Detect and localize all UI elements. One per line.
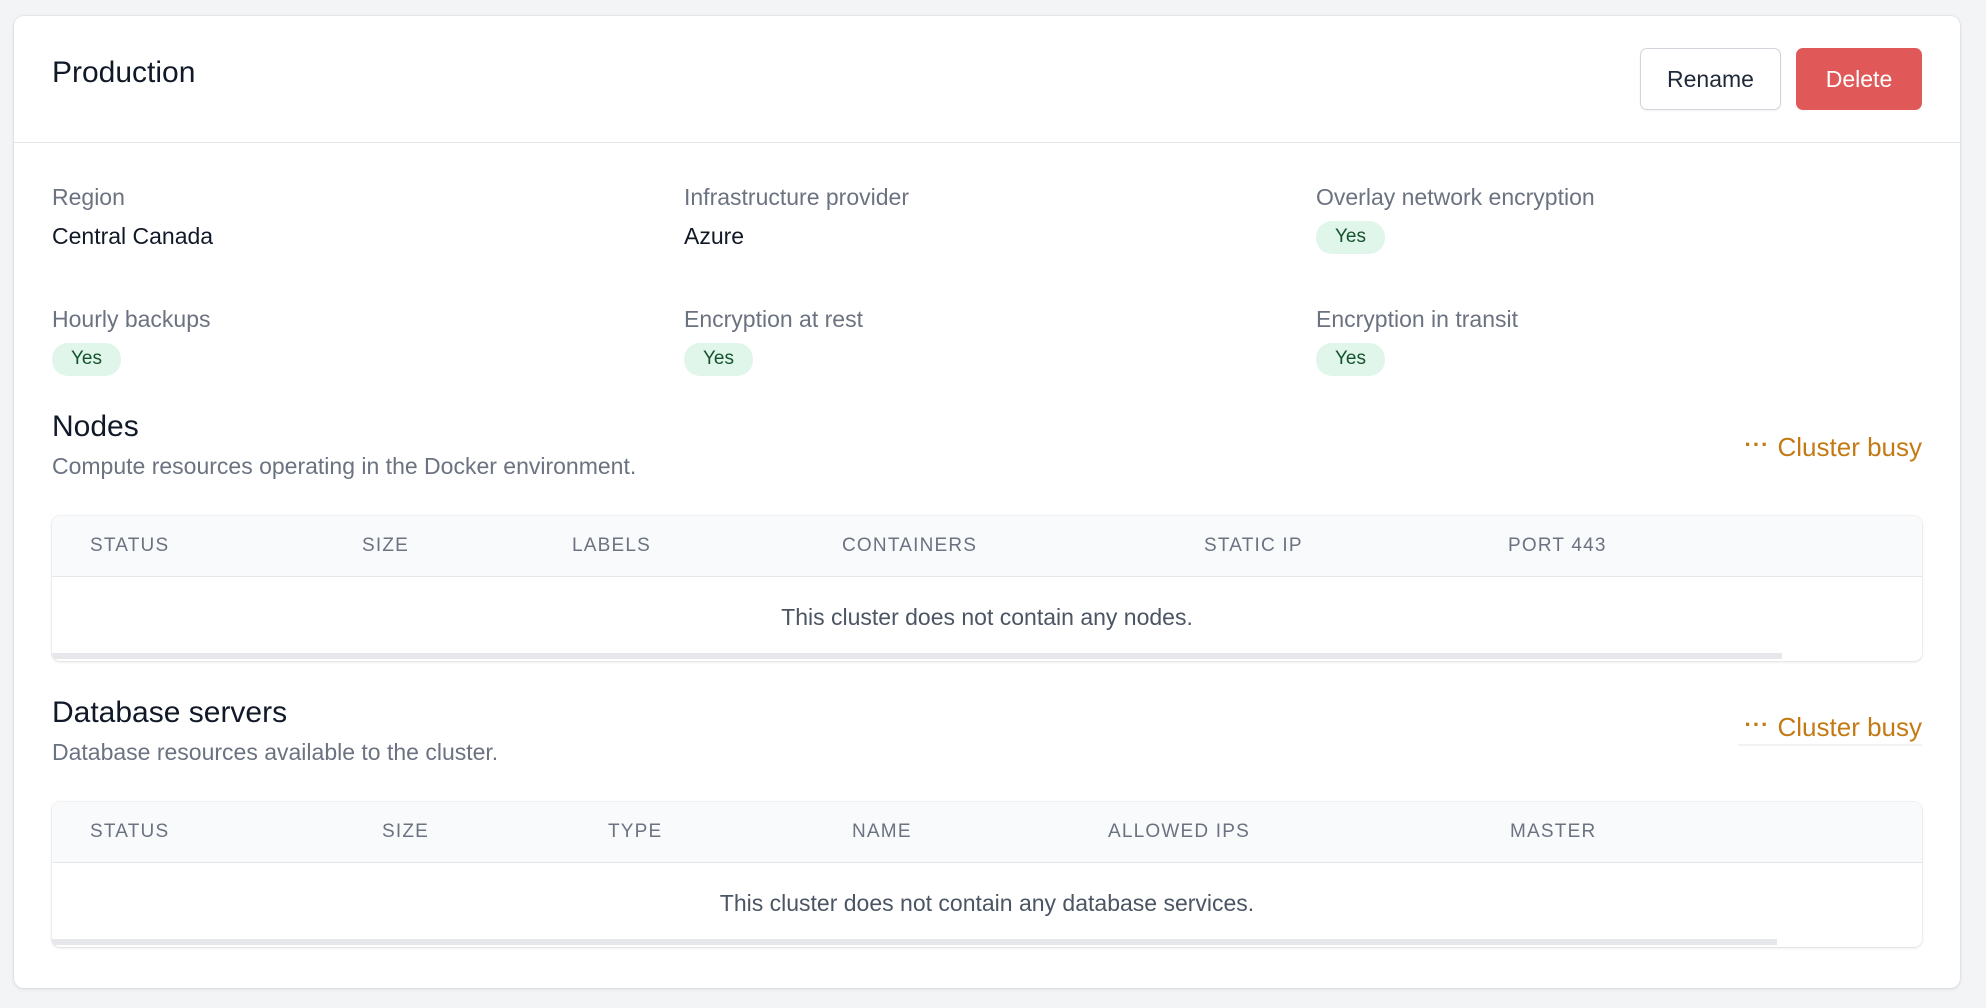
column-header: Size (382, 821, 430, 842)
field-overlay-encryption: Overlay network encryption Yes (1316, 184, 1595, 254)
column-header: Labels (572, 535, 652, 556)
column-header: Master (1510, 821, 1597, 842)
databases-busy-indicator: ··· Cluster busy (1745, 712, 1922, 743)
field-value: Central Canada (52, 223, 214, 249)
databases-table: Status Size Type Name Allowed IPs Master… (52, 802, 1922, 947)
status-badge: Yes (1316, 221, 1385, 254)
empty-state: This cluster does not contain any nodes. (781, 604, 1193, 630)
card-header: Production Rename Delete (14, 16, 1960, 143)
column-header: Allowed IPs (1108, 821, 1251, 842)
column-header: Name (852, 821, 912, 842)
delete-button[interactable]: Delete (1796, 48, 1922, 110)
field-hourly-backups: Hourly backups Yes (52, 306, 211, 376)
field-label: Encryption at rest (684, 306, 863, 332)
horizontal-scrollbar[interactable] (52, 939, 1777, 945)
rename-button[interactable]: Rename (1640, 48, 1781, 110)
cluster-card: Production Rename Delete Region Central … (14, 16, 1960, 988)
status-badge: Yes (1316, 343, 1385, 376)
status-badge: Yes (52, 343, 121, 376)
nodes-busy-indicator: ··· Cluster busy (1745, 432, 1922, 463)
column-header: Status (90, 821, 170, 842)
column-header: Size (362, 535, 410, 556)
column-header: Static IP (1204, 535, 1303, 556)
field-label: Infrastructure provider (684, 184, 909, 210)
status-badge: Yes (684, 343, 753, 376)
column-header: Containers (842, 535, 978, 556)
ellipsis-icon: ··· (1744, 431, 1770, 457)
field-encryption-at-rest: Encryption at rest Yes (684, 306, 863, 376)
field-label: Hourly backups (52, 306, 211, 332)
field-region: Region Central Canada (52, 184, 213, 250)
table-body: This cluster does not contain any databa… (52, 863, 1922, 945)
field-label: Encryption in transit (1316, 306, 1518, 332)
table-header: Status Size Labels Containers Static IP … (52, 516, 1922, 577)
nodes-title: Nodes (52, 410, 139, 443)
field-provider: Infrastructure provider Azure (684, 184, 909, 250)
field-encryption-in-transit: Encryption in transit Yes (1316, 306, 1518, 376)
column-header: Status (90, 535, 170, 556)
column-header: Port 443 (1508, 535, 1607, 556)
page-title: Production (52, 56, 196, 89)
nodes-description: Compute resources operating in the Docke… (52, 453, 637, 479)
field-value: Azure (684, 223, 745, 249)
table-body: This cluster does not contain any nodes. (52, 577, 1922, 659)
busy-label: Cluster busy (1777, 712, 1923, 742)
busy-label: Cluster busy (1777, 432, 1923, 462)
nodes-table: Status Size Labels Containers Static IP … (52, 516, 1922, 661)
field-label: Overlay network encryption (1316, 184, 1595, 210)
column-header: Type (608, 821, 663, 842)
field-label: Region (52, 184, 125, 210)
table-header: Status Size Type Name Allowed IPs Master (52, 802, 1922, 863)
databases-description: Database resources available to the clus… (52, 739, 499, 765)
databases-title: Database servers (52, 696, 288, 729)
horizontal-scrollbar[interactable] (52, 653, 1782, 659)
busy-underline (1738, 744, 1922, 746)
ellipsis-icon: ··· (1744, 711, 1770, 737)
empty-state: This cluster does not contain any databa… (719, 890, 1255, 916)
